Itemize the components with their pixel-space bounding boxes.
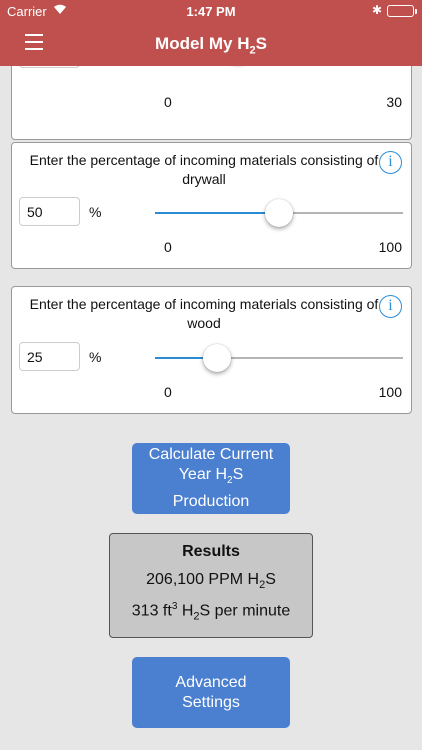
title-text: Model My H xyxy=(155,34,250,53)
drywall-unit-label: % xyxy=(89,204,102,220)
flow-value: 313 ft xyxy=(131,602,172,620)
title-end: S xyxy=(255,34,267,53)
wood-slider-track[interactable] xyxy=(155,357,403,359)
wood-slider-min: 0 xyxy=(164,384,172,400)
status-time: 1:47 PM xyxy=(186,4,236,19)
years-slider-min: 0 xyxy=(164,94,172,110)
calculate-button-line2: Year H2S xyxy=(132,465,290,491)
wood-percentage-input[interactable]: 25 xyxy=(19,342,80,371)
scroll-content[interactable]: 10 years 0 30 Enter the percentage of in… xyxy=(0,66,422,750)
results-heading: Results xyxy=(182,543,240,560)
drywall-card: Enter the percentage of incoming materia… xyxy=(11,142,412,269)
ppm-end: S xyxy=(265,571,276,588)
info-icon[interactable]: i xyxy=(379,295,402,318)
flow-result: 313 ft3 H2S per minute xyxy=(110,601,312,623)
wood-slider-max: 100 xyxy=(378,384,402,400)
years-input[interactable]: 10 xyxy=(19,66,80,68)
calculate-button-line3: Production xyxy=(172,492,250,510)
drywall-slider-fill xyxy=(155,212,279,214)
battery-icon xyxy=(387,5,417,17)
info-icon[interactable]: i xyxy=(379,151,402,174)
navigation-bar: Model My H2S xyxy=(0,22,422,66)
wood-card: Enter the percentage of incoming materia… xyxy=(11,286,412,414)
flow-mid: H xyxy=(177,602,194,620)
status-bar: Carrier 1:47 PM ✱ xyxy=(0,0,422,22)
ppm-value: 206,100 PPM H xyxy=(146,571,260,588)
calculate-line2-end: S xyxy=(232,466,244,484)
drywall-slider-min: 0 xyxy=(164,239,172,255)
advanced-settings-button[interactable]: Advanced Settings xyxy=(132,657,290,728)
drywall-slider-thumb[interactable] xyxy=(265,199,293,227)
bluetooth-icon: ✱ xyxy=(371,3,382,17)
calculate-production-button[interactable]: Calculate Current Year H2S Production xyxy=(132,443,290,514)
advanced-button-line1: Advanced xyxy=(175,673,247,691)
wood-slider-thumb[interactable] xyxy=(203,344,231,372)
flow-end: S per minute xyxy=(199,602,291,620)
years-card: 10 years 0 30 xyxy=(11,66,412,140)
wood-question: Enter the percentage of incoming materia… xyxy=(29,296,379,331)
results-panel: Results 206,100 PPM H2S 313 ft3 H2S per … xyxy=(109,533,313,638)
ppm-result: 206,100 PPM H2S xyxy=(110,571,312,591)
drywall-question: Enter the percentage of incoming materia… xyxy=(29,152,379,187)
drywall-slider-max: 100 xyxy=(378,239,402,255)
drywall-percentage-input[interactable]: 50 xyxy=(19,197,80,226)
calculate-button-line1: Calculate Current xyxy=(148,446,274,464)
wood-unit-label: % xyxy=(89,349,102,365)
advanced-button-line2: Settings xyxy=(182,693,240,711)
years-slider-max: 30 xyxy=(386,94,402,110)
page-title: Model My H2S xyxy=(0,34,422,56)
calculate-line2-text: Year H xyxy=(178,466,228,484)
